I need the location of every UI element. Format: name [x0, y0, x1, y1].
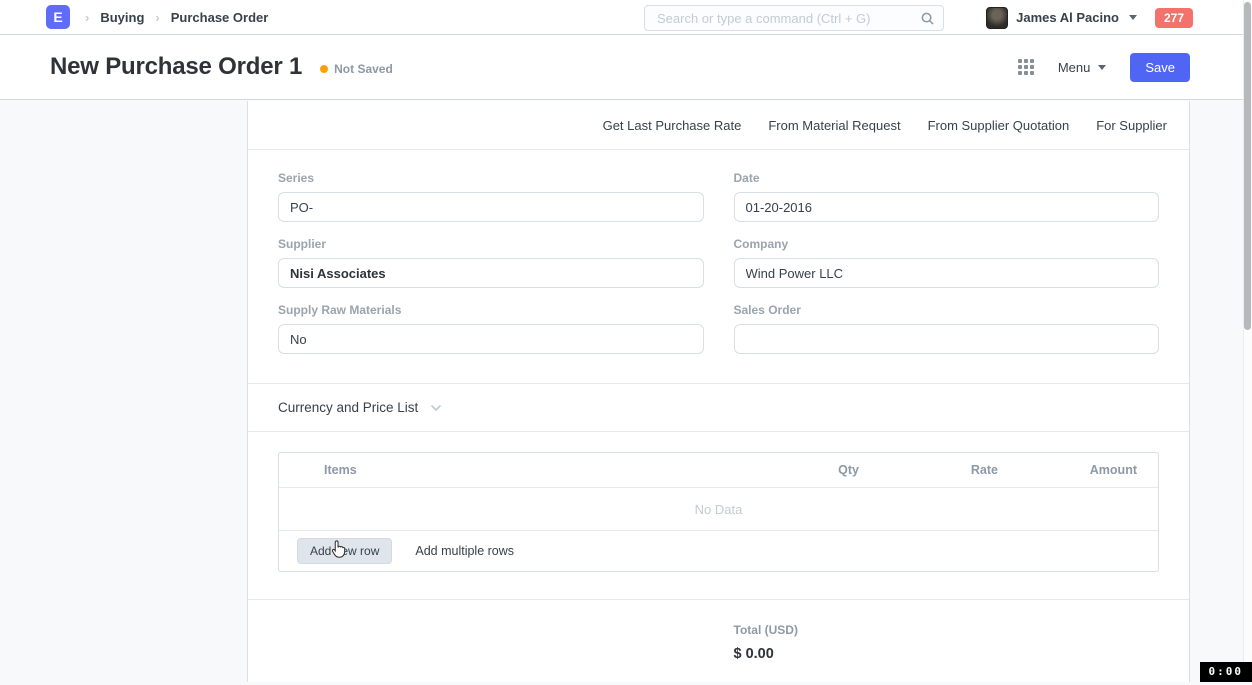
search-input[interactable] [655, 10, 920, 27]
user-avatar [986, 7, 1008, 29]
user-name: James Al Pacino [1016, 10, 1119, 25]
rate-column-header: Rate [880, 463, 1019, 477]
items-section: Items Qty Rate Amount No Data Add new ro… [248, 432, 1189, 600]
series-input[interactable] [278, 192, 704, 222]
form-fields-section: Series Date Supplier Company Supply Raw … [248, 150, 1189, 384]
date-label: Date [734, 171, 1160, 185]
status-dot-icon [320, 65, 328, 73]
get-last-purchase-rate-link[interactable]: Get Last Purchase Rate [603, 118, 742, 133]
supply-raw-materials-field: Supply Raw Materials [278, 303, 704, 354]
breadcrumb: › Buying › Purchase Order [85, 10, 268, 25]
supplier-label: Supplier [278, 237, 704, 251]
from-supplier-quotation-link[interactable]: From Supplier Quotation [928, 118, 1070, 133]
supplier-field: Supplier [278, 237, 704, 288]
supplier-input[interactable] [278, 258, 704, 288]
date-field: Date [734, 171, 1160, 222]
vertical-scrollbar-track[interactable] [1243, 0, 1252, 682]
search-icon[interactable] [920, 11, 935, 26]
menu-dropdown[interactable]: Menu [1058, 60, 1107, 75]
totals-section: Total (USD) $ 0.00 [248, 600, 1189, 685]
qty-column-header: Qty [741, 463, 880, 477]
series-label: Series [278, 171, 704, 185]
total-value: $ 0.00 [734, 646, 1160, 662]
global-search [644, 5, 944, 31]
menu-label: Menu [1058, 60, 1091, 75]
user-menu[interactable]: James Al Pacino [986, 7, 1137, 29]
currency-price-list-section-toggle[interactable]: Currency and Price List [248, 384, 1189, 432]
vertical-scrollbar-thumb[interactable] [1244, 2, 1251, 330]
status-text: Not Saved [334, 62, 393, 76]
company-input[interactable] [734, 258, 1160, 288]
items-grid-footer: Add new row Add multiple rows [279, 531, 1158, 571]
amount-column-header: Amount [1019, 463, 1158, 477]
notification-badge[interactable]: 277 [1155, 8, 1193, 28]
chevron-right-icon: › [155, 10, 159, 25]
recording-timer-badge: 0:00 [1200, 662, 1252, 682]
for-supplier-link[interactable]: For Supplier [1096, 118, 1167, 133]
header-actions: Menu Save [1018, 53, 1190, 82]
chevron-down-icon [1129, 15, 1137, 20]
apps-grid-icon[interactable] [1018, 59, 1034, 75]
navbar-right: James Al Pacino 277 [986, 0, 1193, 35]
items-grid-header: Items Qty Rate Amount [279, 453, 1158, 488]
total-block: Total (USD) $ 0.00 [734, 623, 1160, 662]
breadcrumb-purchase-order[interactable]: Purchase Order [171, 10, 269, 25]
add-new-row-button[interactable]: Add new row [297, 538, 392, 564]
save-status-indicator: Not Saved [320, 62, 393, 76]
series-field: Series [278, 171, 704, 222]
form-quick-actions: Get Last Purchase Rate From Material Req… [248, 101, 1189, 150]
app-logo[interactable]: E [46, 5, 70, 29]
company-label: Company [734, 237, 1160, 251]
from-material-request-link[interactable]: From Material Request [768, 118, 900, 133]
add-multiple-rows-button[interactable]: Add multiple rows [415, 544, 514, 558]
date-input[interactable] [734, 192, 1160, 222]
chevron-down-icon [1098, 65, 1106, 70]
top-navbar: E › Buying › Purchase Order James Al Pac… [0, 0, 1252, 35]
company-field: Company [734, 237, 1160, 288]
items-column-header: Items [279, 463, 741, 477]
sales-order-label: Sales Order [734, 303, 1160, 317]
save-button[interactable]: Save [1130, 53, 1190, 82]
breadcrumb-buying[interactable]: Buying [100, 10, 144, 25]
supply-raw-materials-label: Supply Raw Materials [278, 303, 704, 317]
no-data-row: No Data [279, 488, 1158, 531]
chevron-right-icon: › [85, 10, 89, 25]
page-title: New Purchase Order 1 [50, 53, 302, 81]
total-label: Total (USD) [734, 623, 1160, 637]
section-title: Currency and Price List [278, 400, 418, 415]
sales-order-field: Sales Order [734, 303, 1160, 354]
page-header: New Purchase Order 1 Not Saved Menu Save [0, 35, 1252, 100]
sales-order-input[interactable] [734, 324, 1160, 354]
chevron-down-icon [428, 400, 444, 416]
items-grid: Items Qty Rate Amount No Data Add new ro… [278, 452, 1159, 572]
supply-raw-materials-input[interactable] [278, 324, 704, 354]
form-card: Get Last Purchase Rate From Material Req… [247, 101, 1190, 682]
